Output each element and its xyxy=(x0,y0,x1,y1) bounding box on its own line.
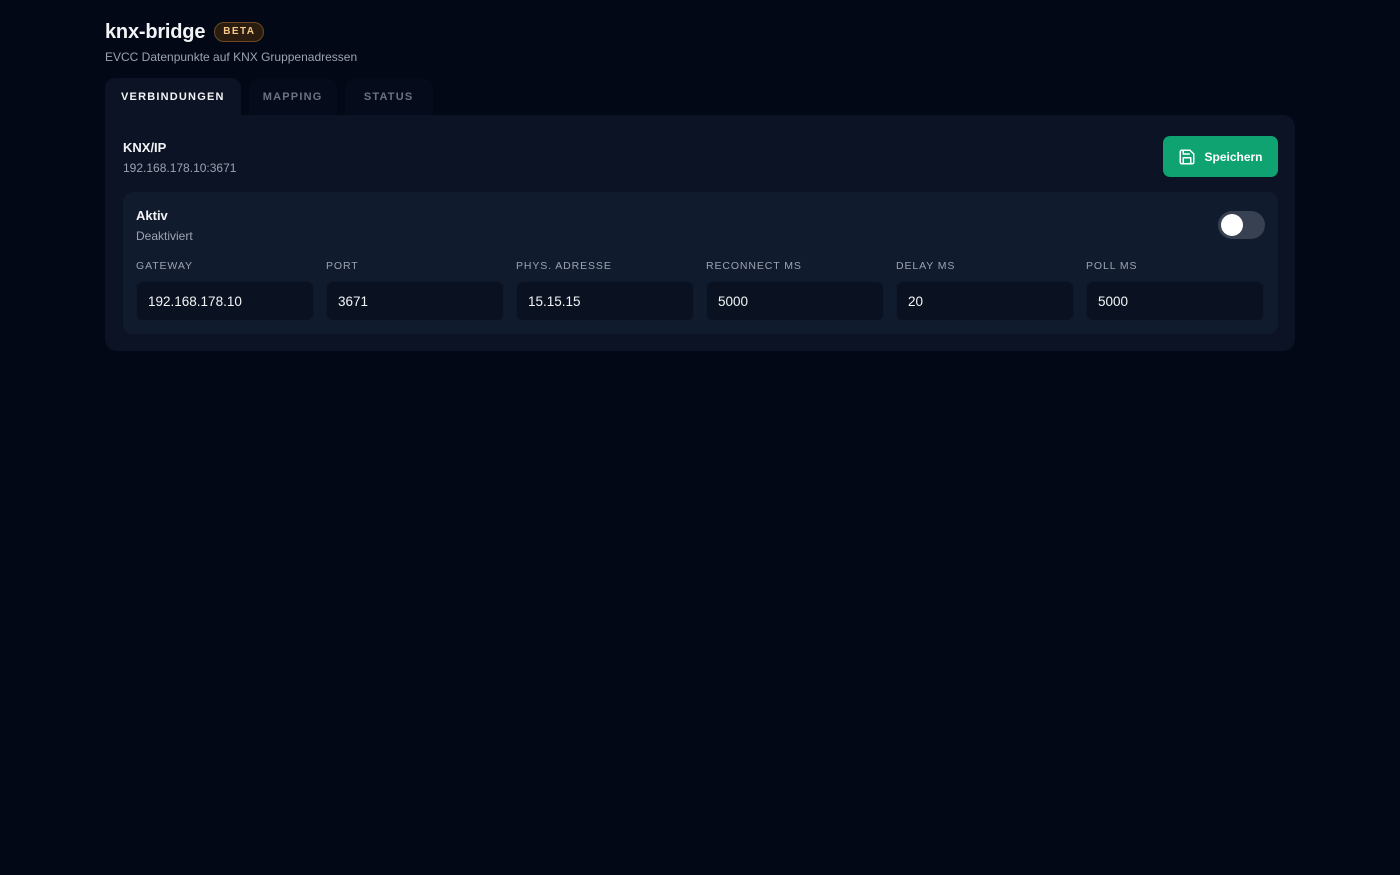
field-poll-ms: POLL MS xyxy=(1086,260,1264,321)
field-label: GATEWAY xyxy=(136,260,193,272)
tab-verbindungen[interactable]: VERBINDUNGEN xyxy=(105,78,241,115)
tab-bar: VERBINDUNGEN MAPPING STATUS xyxy=(105,78,441,115)
field-label: PHYS. ADRESSE xyxy=(516,260,612,272)
field-label: PORT xyxy=(326,260,359,272)
field-gateway: GATEWAY xyxy=(136,260,314,321)
connection-card: KNX/IP 192.168.178.10:3671 Speichern Akt… xyxy=(105,115,1295,351)
connection-title: KNX/IP xyxy=(123,140,167,155)
save-icon xyxy=(1179,149,1195,164)
port-input[interactable] xyxy=(326,281,504,321)
field-label: DELAY MS xyxy=(896,260,956,272)
app-container: knx-bridge BETA EVCC Datenpunkte auf KNX… xyxy=(105,20,1295,351)
delay-ms-input[interactable] xyxy=(896,281,1074,321)
phys-adresse-input[interactable] xyxy=(516,281,694,321)
active-status: Deaktiviert xyxy=(136,229,193,243)
save-button-label: Speichern xyxy=(1204,149,1263,164)
beta-badge: BETA xyxy=(214,22,265,42)
field-port: PORT xyxy=(326,260,504,321)
app-subtitle: EVCC Datenpunkte auf KNX Gruppenadressen xyxy=(105,50,358,64)
field-reconnect-ms: RECONNECT MS xyxy=(706,260,884,321)
field-label: POLL MS xyxy=(1086,260,1138,272)
header: knx-bridge BETA xyxy=(105,20,1295,44)
app-title: knx-bridge xyxy=(105,20,206,43)
tab-mapping[interactable]: MAPPING xyxy=(248,78,337,115)
connection-address: 192.168.178.10:3671 xyxy=(123,161,237,175)
tab-status[interactable]: STATUS xyxy=(344,78,433,115)
gateway-input[interactable] xyxy=(136,281,314,321)
field-phys-adresse: PHYS. ADRESSE xyxy=(516,260,694,321)
active-section: Aktiv Deaktiviert GATEWAY PORT PHYS. ADR… xyxy=(123,192,1278,334)
save-button[interactable]: Speichern xyxy=(1163,136,1278,177)
reconnect-ms-input[interactable] xyxy=(706,281,884,321)
active-title: Aktiv xyxy=(136,208,168,223)
active-toggle[interactable] xyxy=(1218,211,1265,239)
settings-fields: GATEWAY PORT PHYS. ADRESSE RECONNECT MS … xyxy=(136,260,1266,321)
toggle-knob xyxy=(1221,214,1243,236)
field-label: RECONNECT MS xyxy=(706,260,802,272)
field-delay-ms: DELAY MS xyxy=(896,260,1074,321)
poll-ms-input[interactable] xyxy=(1086,281,1264,321)
